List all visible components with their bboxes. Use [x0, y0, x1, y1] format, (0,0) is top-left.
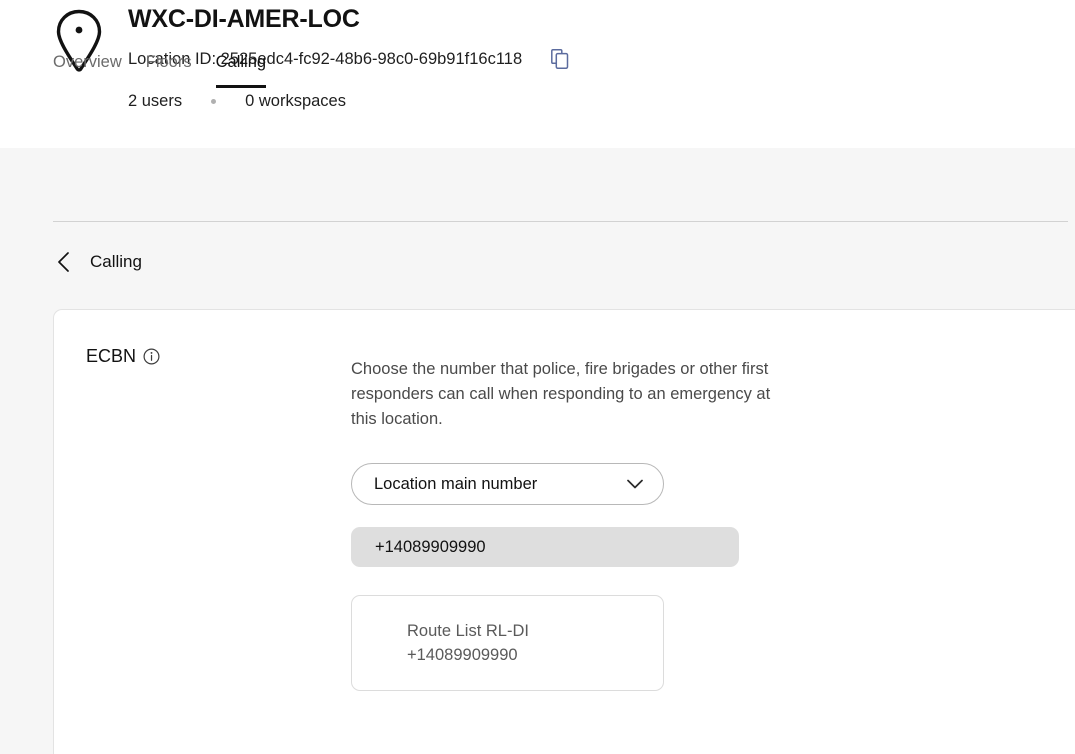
route-list-number: +14089909990	[407, 646, 518, 664]
info-circle-icon[interactable]	[143, 347, 160, 365]
workspaces-count: 0 workspaces	[245, 91, 346, 110]
tab-floors[interactable]: Floors	[146, 51, 192, 88]
ecbn-number-select[interactable]: Location main number	[351, 463, 664, 505]
ecbn-number-select-value: Location main number	[374, 475, 538, 493]
tab-overview[interactable]: Overview	[53, 51, 122, 88]
ecbn-label-column: ECBN	[54, 344, 351, 691]
ecbn-fields-column: Choose the number that police, fire brig…	[351, 344, 1075, 691]
users-count: 2 users	[128, 91, 183, 110]
ecbn-title-text: ECBN	[86, 346, 137, 366]
page-title: WXC-DI-AMER-LOC	[128, 5, 360, 33]
ecbn-main-number-pill: +14089909990	[351, 527, 739, 567]
calling-settings-card: ECBN Choose the number that police, fire…	[53, 309, 1075, 754]
route-list-name: Route List RL-DI	[407, 622, 529, 640]
chevron-left-icon	[53, 251, 75, 273]
ecbn-section-title: ECBN	[86, 344, 351, 368]
route-list-card[interactable]: Route List RL-DI +14089909990	[351, 595, 664, 691]
meta-separator-dot	[211, 98, 217, 104]
header-meta-row: 2 users 0 workspaces	[128, 90, 1075, 112]
tab-bar-divider	[53, 221, 1068, 222]
back-navigation[interactable]: Calling	[53, 248, 142, 276]
chevron-down-icon	[625, 474, 645, 494]
back-navigation-label: Calling	[90, 252, 142, 271]
tab-calling[interactable]: Calling	[215, 51, 267, 88]
location-calling-page: WXC-DI-AMER-LOC Location ID: 2525edc4-fc…	[0, 0, 1075, 754]
tab-bar: Overview Floors Calling	[0, 44, 1075, 88]
ecbn-section: ECBN Choose the number that police, fire…	[54, 310, 1075, 691]
ecbn-description: Choose the number that police, fire brig…	[351, 360, 771, 428]
